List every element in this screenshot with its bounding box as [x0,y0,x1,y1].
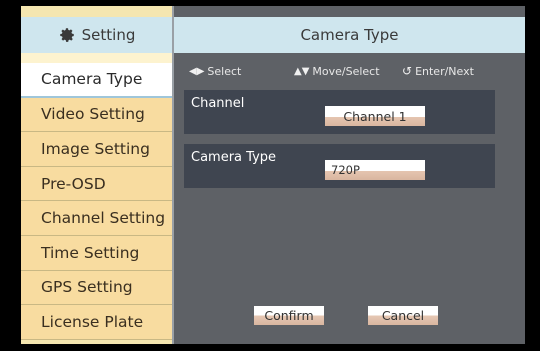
gear-icon [59,28,74,42]
enter-return-icon: ↺ [402,64,413,78]
hint-enter-next-label: Enter/Next [415,64,474,78]
channel-label: Channel [191,96,245,111]
screen-border [525,6,540,344]
confirm-button[interactable]: Confirm [254,306,324,325]
key-hints: ◀▶ Select ▲▼ Move/Select ↺ Enter/Next [189,64,519,78]
sidebar-item-channel-setting[interactable]: Channel Setting [21,201,172,236]
sidebar-title: Setting [81,26,136,44]
panel-divider [172,6,174,344]
sidebar-item-label: Time Setting [41,243,140,262]
sidebar-header: Setting [21,17,172,53]
cancel-button[interactable]: Cancel [368,306,438,325]
channel-row: Channel Channel 1 [184,90,495,134]
sidebar-item-pre-osd[interactable]: Pre-OSD [21,166,172,202]
sidebar-item-label: Video Setting [41,105,145,124]
sidebar-item-video-setting[interactable]: Video Setting [21,97,172,133]
page-title: Camera Type [174,17,525,53]
up-down-arrow-icon: ▲▼ [294,65,310,77]
hint-enter-next: ↺ Enter/Next [402,64,474,78]
camera-type-select[interactable]: 720P [325,160,425,180]
sidebar: Setting Camera Type Video Setting Image … [21,6,172,344]
sidebar-item-camera-type[interactable]: Camera Type [21,63,172,98]
camera-type-label: Camera Type [191,150,277,165]
sidebar-item-label: Channel Setting [41,209,166,228]
hint-select: ◀▶ Select [189,64,294,78]
sidebar-item-label: License Plate [41,312,144,331]
left-right-arrow-icon: ◀▶ [189,65,205,77]
sidebar-item-gps-setting[interactable]: GPS Setting [21,270,172,306]
sidebar-item-label: Camera Type [41,70,143,89]
sidebar-item-label: GPS Setting [41,278,133,297]
sidebar-item-label: Pre-OSD [41,174,106,193]
sidebar-item-label: Image Setting [41,139,150,158]
sidebar-item-license-plate[interactable]: License Plate [21,305,172,340]
sidebar-item-image-setting[interactable]: Image Setting [21,132,172,167]
sidebar-spacer [21,53,172,63]
camera-type-row: Camera Type 720P [184,144,495,188]
hint-select-label: Select [207,64,242,78]
sidebar-menu: Camera Type Video Setting Image Setting … [21,63,172,340]
hint-move-select-label: Move/Select [312,64,380,78]
hint-move-select: ▲▼ Move/Select [294,64,402,78]
channel-select[interactable]: Channel 1 [325,106,425,126]
dvr-settings-screen: Setting Camera Type Video Setting Image … [21,6,525,344]
sidebar-item-time-setting[interactable]: Time Setting [21,235,172,271]
